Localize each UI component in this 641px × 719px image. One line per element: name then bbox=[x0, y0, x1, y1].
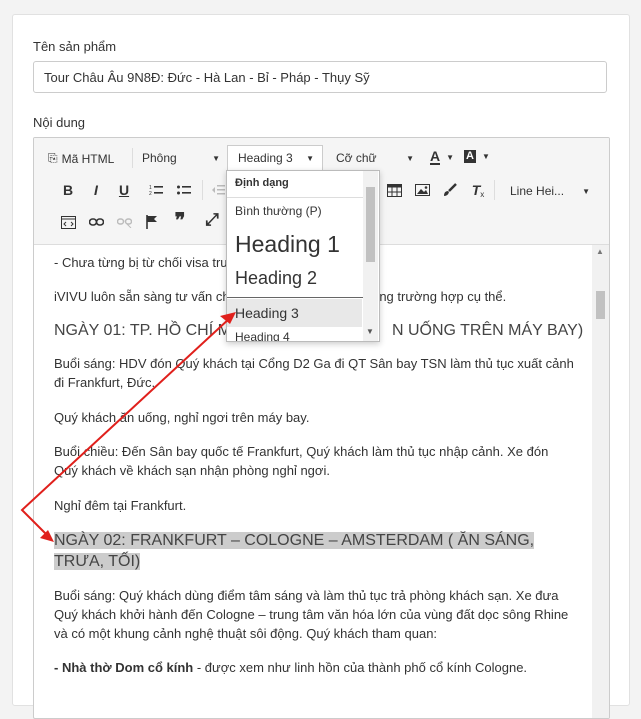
annotation-arrow bbox=[20, 312, 236, 542]
arrow-line bbox=[20, 317, 231, 539]
arrow-head-bottom bbox=[40, 530, 54, 542]
arrow-head-top bbox=[220, 312, 236, 324]
